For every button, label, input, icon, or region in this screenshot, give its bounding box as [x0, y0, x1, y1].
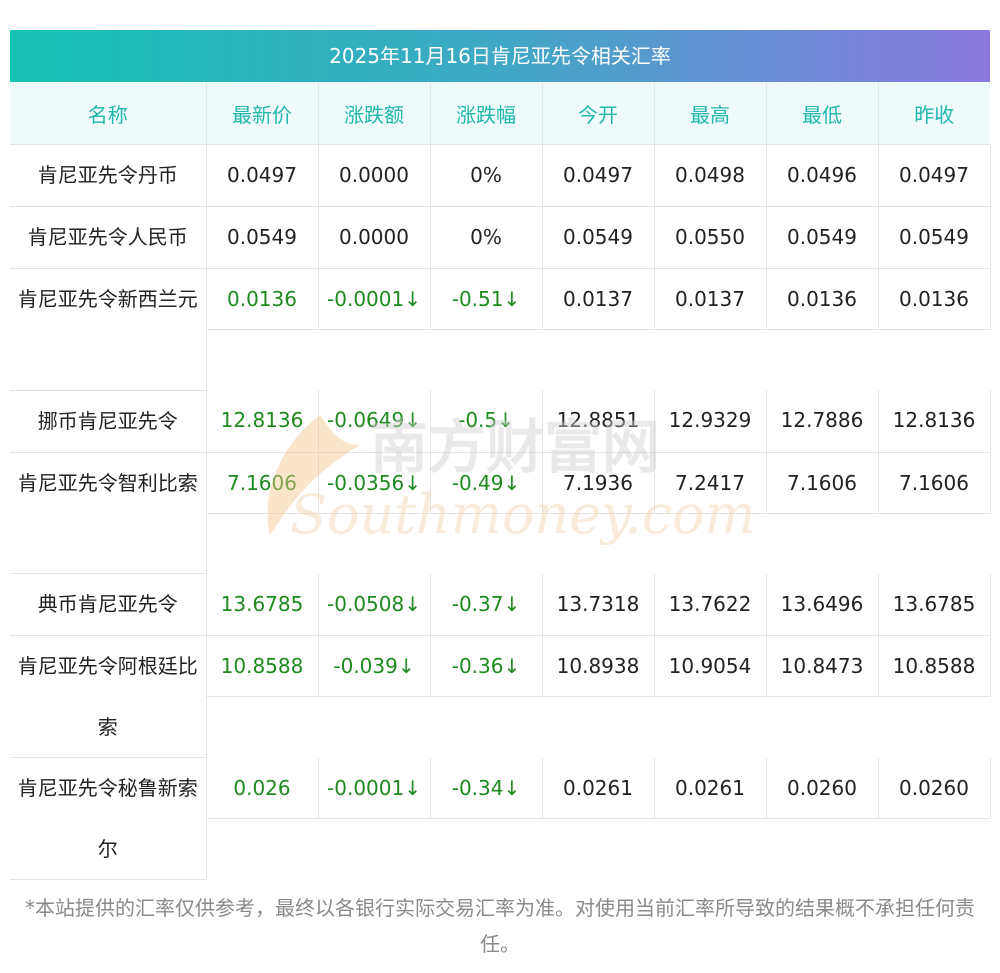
high-price-cell: 0.0498 — [654, 144, 767, 207]
latest-price-cell: 0.026 — [206, 757, 319, 819]
change-percent-cell: -0.34↓ — [430, 757, 543, 819]
high-price-cell: 0.0137 — [654, 268, 767, 330]
low-price-cell: 7.1606 — [766, 452, 879, 514]
latest-price-cell: 0.0497 — [206, 144, 319, 207]
latest-price-cell: 13.6785 — [206, 573, 319, 636]
low-price-cell: 10.8473 — [766, 635, 879, 698]
low-price-cell: 0.0549 — [766, 206, 879, 269]
currency-pair-name: 肯尼亚先令秘鲁新索尔 — [10, 757, 207, 880]
change-amount-cell: -0.0508↓ — [318, 573, 431, 636]
column-header-pct: 涨跌幅 — [430, 82, 543, 145]
table-row: 挪币肯尼亚先令 12.8136 -0.0649↓ -0.5↓ 12.8851 12.932… — [10, 390, 991, 453]
table-row: 肯尼亚先令人民币 0.0549 0.0000 0% 0.0549 0.0550 0.0549… — [10, 206, 991, 269]
low-price-cell: 12.7886 — [766, 390, 879, 453]
change-amount-cell: -0.0356↓ — [318, 452, 431, 514]
disclaimer-text: *本站提供的汇率仅供参考，最终以各银行实际交易汇率为准。对使用当前汇率所导致的结… — [25, 896, 975, 956]
previous-close-cell: 10.8588 — [878, 635, 991, 698]
column-header-name: 名称 — [10, 82, 207, 145]
open-price-cell: 0.0549 — [542, 206, 655, 269]
exchange-rate-table: 名称 最新价 涨跌额 涨跌幅 今开 最高 最低 昨收 肯尼亚先令丹币 0.0497… — [10, 82, 991, 880]
change-amount-cell: -0.0001↓ — [318, 268, 431, 330]
table-row: 典币肯尼亚先令 13.6785 -0.0508↓ -0.37↓ 13.7318 13.76… — [10, 573, 991, 636]
currency-pair-name: 典币肯尼亚先令 — [10, 573, 207, 636]
table-body: 肯尼亚先令丹币 0.0497 0.0000 0% 0.0497 0.0498 0.0496 0… — [10, 144, 991, 880]
previous-close-cell: 7.1606 — [878, 452, 991, 514]
low-price-cell: 0.0496 — [766, 144, 879, 207]
previous-close-cell: 12.8136 — [878, 390, 991, 453]
previous-close-cell: 0.0260 — [878, 757, 991, 819]
table-row: 肯尼亚先令秘鲁新索尔 0.026 -0.0001↓ -0.34↓ 0.0261 0.026… — [10, 757, 991, 880]
low-price-cell: 0.0260 — [766, 757, 879, 819]
table-row: 肯尼亚先令丹币 0.0497 0.0000 0% 0.0497 0.0498 0.0496 0… — [10, 144, 991, 207]
currency-pair-name: 挪币肯尼亚先令 — [10, 390, 207, 453]
low-price-cell: 0.0136 — [766, 268, 879, 330]
change-percent-cell: -0.36↓ — [430, 635, 543, 698]
open-price-cell: 0.0261 — [542, 757, 655, 819]
open-price-cell: 13.7318 — [542, 573, 655, 636]
high-price-cell: 0.0550 — [654, 206, 767, 269]
open-price-cell: 0.0497 — [542, 144, 655, 207]
latest-price-cell: 12.8136 — [206, 390, 319, 453]
change-amount-cell: -0.0001↓ — [318, 757, 431, 819]
column-header-low: 最低 — [766, 82, 879, 145]
table-header-row: 名称 最新价 涨跌额 涨跌幅 今开 最高 最低 昨收 — [10, 82, 990, 145]
high-price-cell: 10.9054 — [654, 635, 767, 698]
page-title: 2025年11月16日肯尼亚先令相关汇率 — [10, 30, 990, 82]
empty-cell — [206, 818, 990, 880]
open-price-cell: 0.0137 — [542, 268, 655, 330]
currency-pair-name: 肯尼亚先令阿根廷比索 — [10, 635, 207, 758]
latest-price-cell: 0.0136 — [206, 268, 319, 330]
change-percent-cell: 0% — [430, 144, 543, 207]
open-price-cell: 7.1936 — [542, 452, 655, 514]
table-row: 肯尼亚先令智利比索 7.1606 -0.0356↓ -0.49↓ 7.1936 7.241… — [10, 452, 991, 574]
high-price-cell: 7.2417 — [654, 452, 767, 514]
change-amount-cell: 0.0000 — [318, 144, 431, 207]
latest-price-cell: 10.8588 — [206, 635, 319, 698]
high-price-cell: 13.7622 — [654, 573, 767, 636]
previous-close-cell: 0.0497 — [878, 144, 991, 207]
change-percent-cell: -0.5↓ — [430, 390, 543, 453]
empty-cell — [206, 513, 990, 574]
column-header-high: 最高 — [654, 82, 767, 145]
high-price-cell: 0.0261 — [654, 757, 767, 819]
change-percent-cell: -0.37↓ — [430, 573, 543, 636]
table-row: 肯尼亚先令阿根廷比索 10.8588 -0.039↓ -0.36↓ 10.8938 10.… — [10, 635, 991, 758]
empty-cell — [206, 329, 990, 390]
open-price-cell: 12.8851 — [542, 390, 655, 453]
column-header-open: 今开 — [542, 82, 655, 145]
change-percent-cell: -0.51↓ — [430, 268, 543, 330]
currency-pair-name: 肯尼亚先令人民币 — [10, 206, 207, 269]
currency-pair-name: 肯尼亚先令新西兰元 — [10, 268, 207, 391]
change-amount-cell: -0.0649↓ — [318, 390, 431, 453]
change-amount-cell: -0.039↓ — [318, 635, 431, 698]
previous-close-cell: 13.6785 — [878, 573, 991, 636]
high-price-cell: 12.9329 — [654, 390, 767, 453]
table-row: 肯尼亚先令新西兰元 0.0136 -0.0001↓ -0.51↓ 0.0137 0.013… — [10, 268, 991, 391]
column-header-change: 涨跌额 — [318, 82, 431, 145]
currency-pair-name: 肯尼亚先令智利比索 — [10, 452, 207, 574]
open-price-cell: 10.8938 — [542, 635, 655, 698]
empty-cell — [206, 696, 990, 758]
latest-price-cell: 0.0549 — [206, 206, 319, 269]
change-amount-cell: 0.0000 — [318, 206, 431, 269]
change-percent-cell: -0.49↓ — [430, 452, 543, 514]
change-percent-cell: 0% — [430, 206, 543, 269]
previous-close-cell: 0.0549 — [878, 206, 991, 269]
column-header-latest: 最新价 — [206, 82, 319, 145]
low-price-cell: 13.6496 — [766, 573, 879, 636]
currency-pair-name: 肯尼亚先令丹币 — [10, 144, 207, 207]
column-header-prev: 昨收 — [878, 82, 990, 145]
previous-close-cell: 0.0136 — [878, 268, 991, 330]
latest-price-cell: 7.1606 — [206, 452, 319, 514]
